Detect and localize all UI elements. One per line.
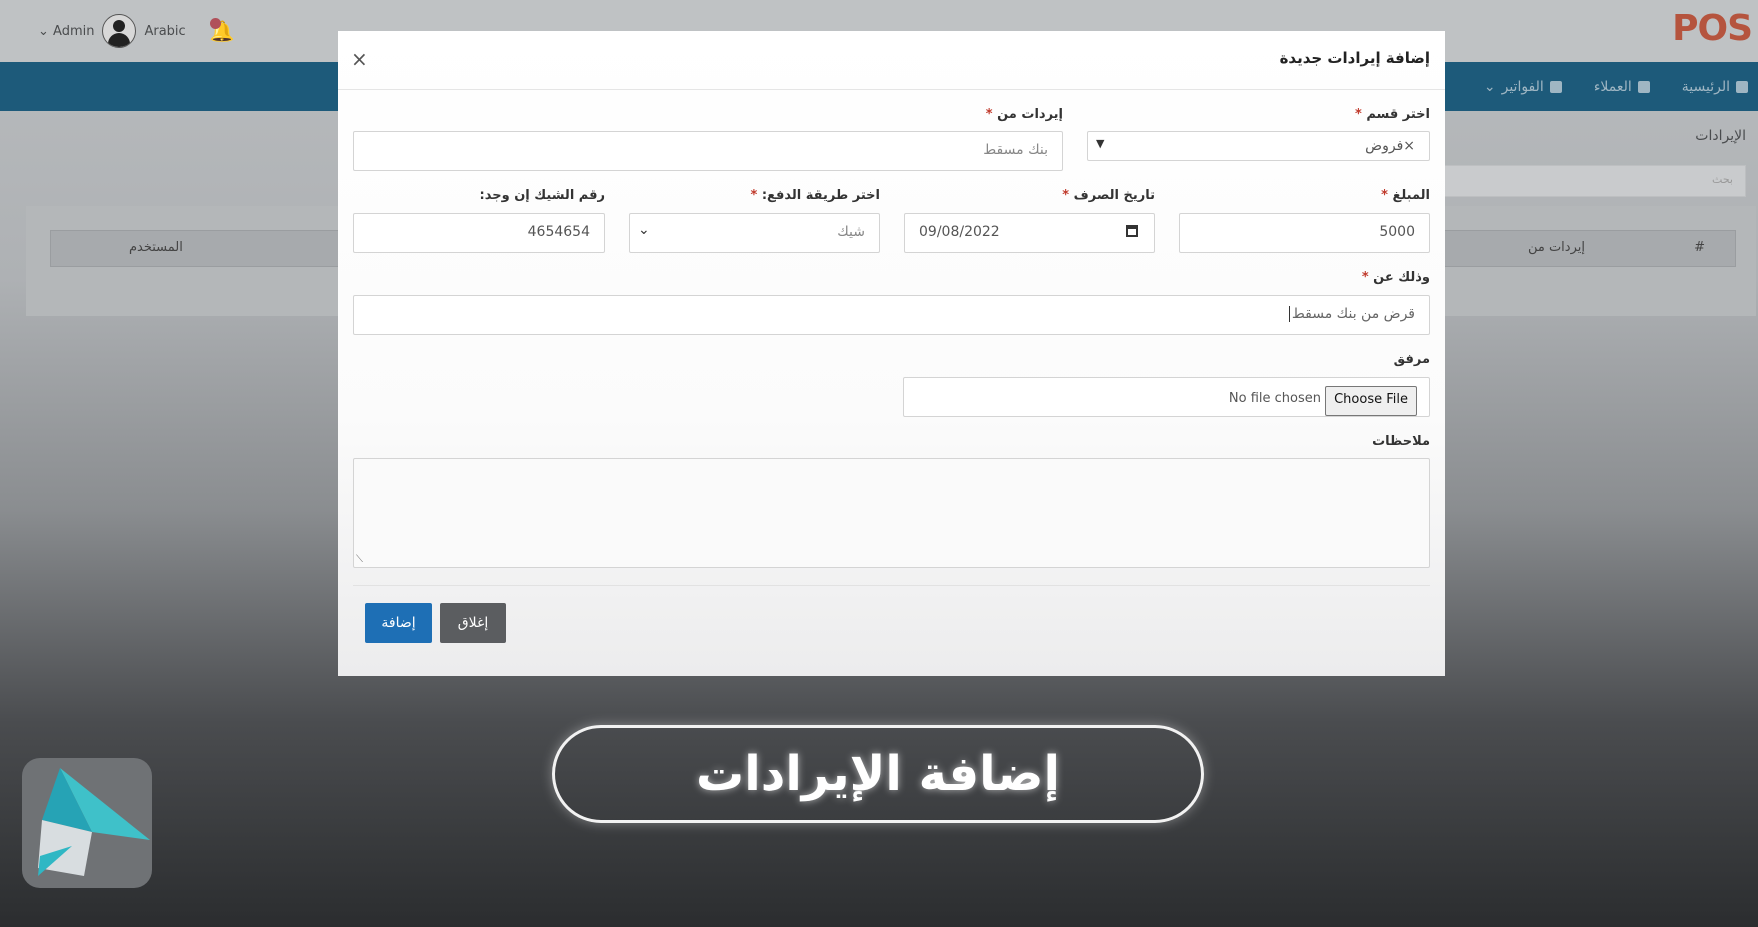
nav-item-invoices[interactable]: الفواتير ⌄	[1484, 79, 1562, 95]
user-menu[interactable]: ⌄ Admin	[38, 24, 94, 39]
user-icon	[1637, 80, 1650, 93]
cheque-number-input[interactable]: 4654654	[353, 213, 605, 253]
choose-file-button[interactable]: Choose File	[1325, 386, 1417, 416]
user-area: ⌄ Admin Arabic 🔔	[38, 14, 236, 48]
page-title: الإيرادات	[1695, 128, 1746, 144]
modal-title: إضافة إيرادات جديدة	[1279, 49, 1430, 67]
notes-label: ملاحظات	[1372, 434, 1430, 449]
close-button[interactable]: إغلاق	[440, 603, 506, 643]
file-status: No file chosen	[1228, 391, 1321, 406]
calendar-icon[interactable]	[1126, 225, 1138, 237]
user-name: Admin	[53, 23, 95, 39]
notification-dot	[209, 18, 221, 29]
search-input[interactable]: بحث	[1444, 165, 1746, 197]
resize-handle-icon[interactable]: ⟋	[356, 554, 363, 565]
column-header: #	[1694, 240, 1705, 255]
date-label: تاريخ الصرف *	[1062, 188, 1155, 203]
dashboard-icon	[1736, 80, 1748, 93]
category-label: اختر قسم *	[1354, 107, 1430, 122]
date-input[interactable]: 09/08/2022	[904, 213, 1155, 253]
file-upload: Choose File No file chosen	[903, 377, 1430, 417]
attachment-label: مرفق	[1393, 352, 1430, 367]
description-input[interactable]: قرض من بنك مسقط	[353, 295, 1430, 335]
page: ⌄ Admin Arabic 🔔 POS الرئيسية العملاء ال…	[0, 0, 1758, 927]
income-from-input[interactable]: بنك مسقط	[353, 131, 1063, 171]
description-label: وذلك عن *	[1361, 270, 1430, 285]
amount-label: المبلغ *	[1381, 188, 1430, 203]
avatar[interactable]	[102, 14, 137, 48]
category-select[interactable]: ×فروض ▼	[1087, 131, 1430, 161]
video-caption: إضافة الإيرادات	[552, 725, 1204, 823]
column-header: إيردات من	[1527, 240, 1585, 255]
close-icon[interactable]: ×	[351, 47, 368, 71]
language-switch[interactable]: Arabic	[144, 24, 185, 39]
modal-footer-divider	[353, 585, 1430, 586]
file-icon	[1549, 80, 1562, 93]
bell-icon[interactable]: 🔔	[209, 18, 236, 44]
income-from-label: إيردات من *	[985, 107, 1063, 122]
channel-logo-icon	[22, 758, 152, 888]
payment-method-select[interactable]: شيك ⌄	[629, 213, 880, 253]
cheque-number-label: رقم الشيك إن وجد:	[479, 188, 605, 203]
nav-item-customers[interactable]: العملاء	[1594, 79, 1650, 95]
dropdown-arrow-icon: ▼	[1096, 137, 1105, 150]
nav-item-home[interactable]: الرئيسية	[1682, 79, 1748, 95]
amount-input[interactable]: 5000	[1179, 213, 1430, 253]
modal-header: إضافة إيرادات جديدة ×	[338, 31, 1445, 90]
column-header: المستخدم	[129, 240, 183, 255]
payment-method-label: اختر طريقة الدفع: *	[750, 188, 880, 203]
pos-logo: POS	[1672, 8, 1753, 49]
chevron-down-icon: ⌄	[1483, 78, 1496, 95]
add-button[interactable]: إضافة	[365, 603, 432, 643]
add-income-modal: إضافة إيرادات جديدة × اختر قسم * ×فروض ▼…	[338, 31, 1445, 676]
chevron-down-icon: ⌄	[638, 222, 650, 238]
notes-textarea[interactable]: ⟋	[353, 458, 1430, 568]
